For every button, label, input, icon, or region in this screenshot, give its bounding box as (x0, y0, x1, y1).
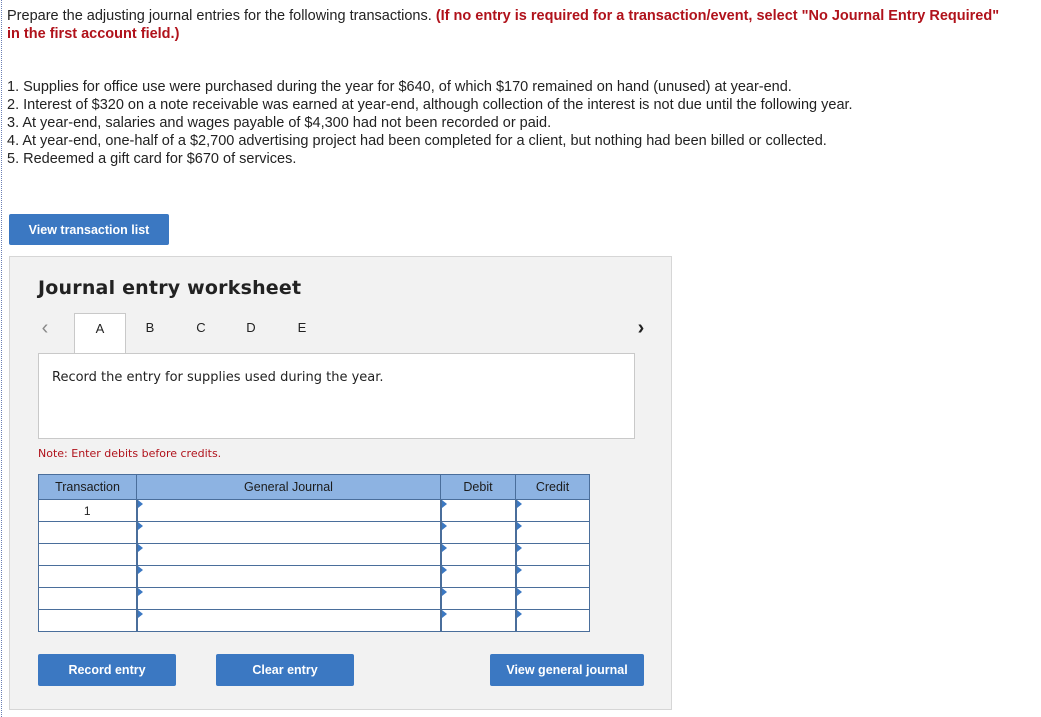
credit-input[interactable] (514, 587, 590, 610)
transaction-cell (38, 609, 137, 632)
chevron-left-icon[interactable]: ‹ (38, 317, 52, 339)
tab-d[interactable]: D (227, 313, 275, 354)
table-row (38, 521, 590, 544)
credit-input[interactable] (514, 565, 590, 588)
credit-input[interactable] (514, 609, 590, 632)
header-transaction: Transaction (38, 474, 137, 500)
transaction-cell: 1 (38, 499, 137, 522)
transaction-item: 5. Redeemed a gift card for $670 of serv… (7, 151, 297, 167)
tab-c[interactable]: C (177, 313, 225, 354)
account-input[interactable] (135, 565, 441, 588)
worksheet-title: Journal entry worksheet (38, 277, 302, 299)
debit-input[interactable] (439, 543, 516, 566)
table-row (38, 609, 590, 632)
journal-table: Transaction General Journal Debit Credit… (38, 474, 590, 632)
tab-b[interactable]: B (126, 313, 174, 354)
debit-input[interactable] (439, 521, 516, 544)
tab-e[interactable]: E (278, 313, 326, 354)
account-input[interactable] (135, 543, 441, 566)
account-input[interactable] (135, 499, 441, 522)
table-row (38, 543, 590, 566)
table-row (38, 565, 590, 588)
header-general-journal: General Journal (136, 474, 441, 500)
journal-header-row: Transaction General Journal Debit Credit (38, 474, 590, 500)
chevron-right-icon[interactable]: › (634, 317, 648, 339)
transaction-cell (38, 565, 137, 588)
debit-input[interactable] (439, 587, 516, 610)
account-input[interactable] (135, 609, 441, 632)
header-credit: Credit (515, 474, 590, 500)
instructions-text: Prepare the adjusting journal entries fo… (7, 7, 1007, 43)
clear-entry-button[interactable]: Clear entry (216, 654, 354, 686)
entry-instruction-box: Record the entry for supplies used durin… (38, 353, 635, 439)
transaction-cell (38, 521, 137, 544)
transaction-cell (38, 587, 137, 610)
view-general-journal-button[interactable]: View general journal (490, 654, 644, 686)
page-left-border (1, 0, 2, 717)
transaction-cell (38, 543, 137, 566)
credit-input[interactable] (514, 543, 590, 566)
account-input[interactable] (135, 521, 441, 544)
debit-input[interactable] (439, 565, 516, 588)
worksheet-tabs: ‹ A B C D E › (38, 313, 648, 354)
credit-input[interactable] (514, 499, 590, 522)
account-input[interactable] (135, 587, 441, 610)
record-entry-button[interactable]: Record entry (38, 654, 176, 686)
header-debit: Debit (440, 474, 516, 500)
view-transaction-list-button[interactable]: View transaction list (9, 214, 169, 245)
entry-instruction: Record the entry for supplies used durin… (52, 370, 384, 385)
debit-input[interactable] (439, 499, 516, 522)
transaction-list: 1. Supplies for office use were purchase… (7, 78, 853, 168)
debit-input[interactable] (439, 609, 516, 632)
journal-entry-worksheet: Journal entry worksheet ‹ A B C D E › Re… (9, 256, 672, 710)
tab-a[interactable]: A (74, 313, 126, 354)
table-row (38, 587, 590, 610)
transaction-item: 1. Supplies for office use were purchase… (7, 79, 792, 95)
transaction-item: 4. At year-end, one-half of a $2,700 adv… (7, 133, 827, 149)
transaction-item: 3. At year-end, salaries and wages payab… (7, 115, 552, 131)
table-row: 1 (38, 499, 590, 522)
instructions-main: Prepare the adjusting journal entries fo… (7, 8, 432, 24)
credit-input[interactable] (514, 521, 590, 544)
transaction-item: 2. Interest of $320 on a note receivable… (7, 97, 853, 113)
debit-credit-note: Note: Enter debits before credits. (38, 447, 222, 460)
